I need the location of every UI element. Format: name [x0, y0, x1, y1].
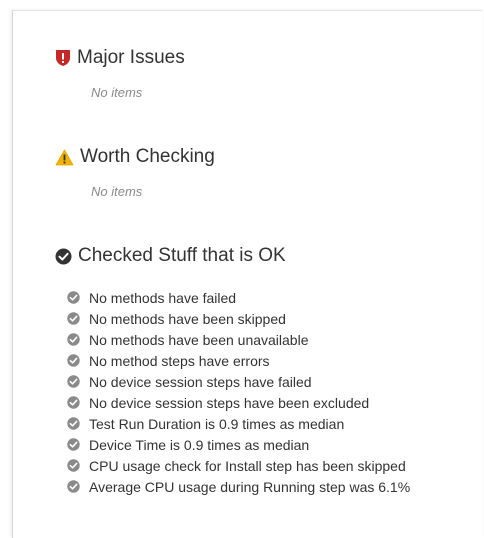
list-item-label: Test Run Duration is 0.9 times as median: [89, 415, 345, 432]
ok-section: Checked Stuff that is OK No methods have…: [55, 245, 410, 497]
check-circle-icon: [67, 438, 80, 451]
ok-heading: Checked Stuff that is OK: [55, 245, 410, 267]
check-circle-icon: [67, 312, 80, 325]
list-item: No device session steps have failed: [67, 371, 410, 392]
list-item-label: CPU usage check for Install step has bee…: [89, 457, 406, 474]
major-issues-title: Major Issues: [77, 47, 185, 68]
major-issues-empty: No items: [91, 85, 143, 100]
list-item-label: No device session steps have failed: [89, 373, 312, 390]
check-circle-icon: [67, 291, 80, 304]
shield-alert-icon: [55, 49, 71, 67]
list-item-label: Device Time is 0.9 times as median: [89, 436, 310, 453]
list-item-label: No method steps have errors: [89, 352, 270, 369]
list-item: No device session steps have been exclud…: [67, 392, 410, 413]
check-circle-icon: [67, 396, 80, 409]
check-circle-icon: [67, 375, 80, 388]
report-panel: Major Issues No items Worth Checking No …: [12, 10, 482, 538]
check-circle-icon: [67, 333, 80, 346]
ok-items-list: No methods have failed No methods have be…: [67, 287, 410, 497]
list-item-label: Average CPU usage during Running step wa…: [89, 478, 411, 495]
list-item-label: No methods have failed: [89, 289, 237, 306]
worth-checking-title: Worth Checking: [80, 146, 215, 167]
list-item: No methods have failed: [67, 287, 410, 308]
check-circle-icon: [67, 354, 80, 367]
list-item: CPU usage check for Install step has bee…: [67, 455, 410, 476]
major-issues-section: Major Issues No items: [55, 47, 185, 100]
worth-checking-section: Worth Checking No items: [55, 146, 215, 199]
check-circle-icon: [55, 248, 72, 265]
worth-checking-empty: No items: [91, 184, 143, 199]
list-item: No method steps have errors: [67, 350, 410, 371]
warning-triangle-icon: [55, 149, 74, 166]
list-item-label: No device session steps have been exclud…: [89, 394, 370, 411]
list-item: No methods have been skipped: [67, 308, 410, 329]
list-item: No methods have been unavailable: [67, 329, 410, 350]
check-circle-icon: [67, 480, 80, 493]
list-item-label: No methods have been skipped: [89, 310, 286, 327]
check-circle-icon: [67, 417, 80, 430]
ok-title: Checked Stuff that is OK: [78, 245, 286, 266]
list-item: Average CPU usage during Running step wa…: [67, 476, 410, 497]
list-item: Device Time is 0.9 times as median: [67, 434, 410, 455]
list-item: Test Run Duration is 0.9 times as median: [67, 413, 410, 434]
check-circle-icon: [67, 459, 80, 472]
list-item-label: No methods have been unavailable: [89, 331, 309, 348]
worth-checking-heading: Worth Checking: [55, 146, 215, 168]
major-issues-heading: Major Issues: [55, 47, 185, 69]
